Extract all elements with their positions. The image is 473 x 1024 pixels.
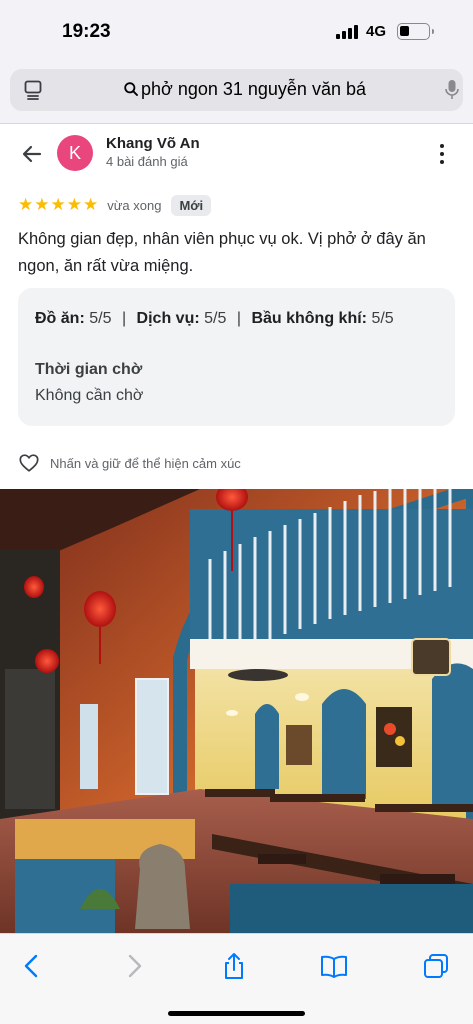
restaurant-interior-image: [0, 489, 473, 933]
tabs-icon[interactable]: [422, 952, 450, 980]
category-ratings: Đồ ăn: 5/5 | Dịch vụ: 5/5 | Bầu không kh…: [35, 310, 394, 327]
cellular-signal-icon: [336, 24, 358, 39]
reaction-button[interactable]: Nhấn và giữ để thể hiện cảm xúc: [18, 452, 241, 474]
reaction-hint-text: Nhấn và giữ để thể hiện cảm xúc: [50, 455, 241, 471]
review-time: vừa xong: [107, 197, 162, 213]
more-options-icon[interactable]: [432, 142, 452, 166]
browser-toolbar: [0, 933, 473, 1024]
food-rating-value: 5/5: [89, 310, 112, 327]
new-badge: Mới: [171, 194, 212, 216]
back-arrow-icon[interactable]: [20, 142, 44, 166]
share-icon[interactable]: [220, 952, 248, 980]
microphone-icon[interactable]: [445, 79, 459, 101]
review-photo[interactable]: [0, 489, 473, 933]
heart-icon: [19, 454, 39, 472]
reviewer-name[interactable]: Khang Võ An: [106, 135, 200, 152]
bookmarks-icon[interactable]: [320, 952, 348, 980]
forward-chevron-icon[interactable]: [120, 952, 148, 980]
service-rating-value: 5/5: [204, 310, 227, 327]
food-rating-label: Đồ ăn:: [35, 310, 85, 327]
status-time: 19:23: [62, 21, 111, 42]
avatar[interactable]: K: [57, 135, 93, 171]
network-type: 4G: [366, 23, 387, 40]
browser-address-area: phở ngon 31 nguyễn văn bá: [0, 62, 473, 124]
search-icon: [124, 82, 138, 96]
page-menu-icon[interactable]: [24, 80, 42, 100]
status-bar: 19:23 4G: [0, 0, 473, 62]
reviewer-review-count: 4 bài đánh giá: [106, 154, 188, 169]
review-meta: ★★★★★ vừa xong Mới: [18, 193, 212, 217]
rating-details-card: Đồ ăn: 5/5 | Dịch vụ: 5/5 | Bầu không kh…: [18, 288, 455, 426]
review-text: Không gian đẹp, nhân viên phục vụ ok. Vị…: [18, 230, 426, 275]
wait-time-value: Không cần chờ: [35, 387, 144, 404]
address-query-text[interactable]: phở ngon 31 nguyễn văn bá: [141, 79, 366, 100]
atmosphere-rating-value: 5/5: [371, 310, 394, 327]
service-rating-label: Dịch vụ:: [136, 310, 200, 327]
battery-icon: [397, 23, 434, 40]
review-header: K Khang Võ An 4 bài đánh giá: [0, 130, 473, 180]
home-indicator: [168, 1011, 305, 1016]
address-bar[interactable]: phở ngon 31 nguyễn văn bá: [10, 69, 463, 111]
star-rating: ★★★★★: [18, 195, 100, 214]
atmosphere-rating-label: Bầu không khí:: [251, 310, 367, 327]
wait-time-label: Thời gian chờ: [35, 361, 143, 378]
back-chevron-icon[interactable]: [18, 952, 46, 980]
